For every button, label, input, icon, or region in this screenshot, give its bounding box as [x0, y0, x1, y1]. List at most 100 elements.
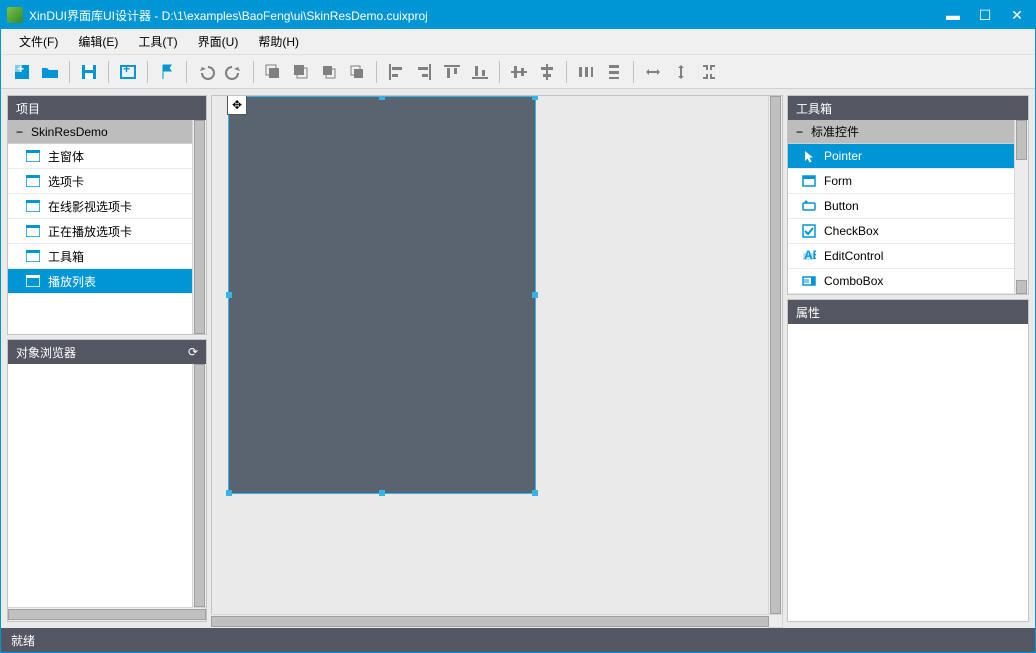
- menu-ui[interactable]: 界面(U): [188, 29, 249, 54]
- resize-handle-s[interactable]: [379, 490, 385, 496]
- pointer-icon: [802, 149, 816, 163]
- save-button[interactable]: [76, 59, 102, 85]
- project-item[interactable]: 播放列表: [8, 269, 192, 294]
- refresh-icon[interactable]: ⟳: [188, 345, 198, 359]
- toolbox-item[interactable]: Button: [788, 194, 1014, 219]
- bring-front-button[interactable]: [260, 59, 286, 85]
- resize-handle-sw[interactable]: [226, 490, 232, 496]
- align-left-button[interactable]: [383, 59, 409, 85]
- send-back-button[interactable]: [288, 59, 314, 85]
- menubar: 文件(F) 编辑(E) 工具(T) 界面(U) 帮助(H): [1, 29, 1035, 55]
- same-height-button[interactable]: [668, 59, 694, 85]
- window-icon: [26, 150, 40, 162]
- object-browser-header: 对象浏览器⟳: [8, 340, 206, 364]
- toolbox-item-label: Form: [824, 174, 852, 188]
- project-item[interactable]: 正在播放选项卡: [8, 219, 192, 244]
- browser-hscroll[interactable]: [8, 607, 206, 621]
- toolbox-item-label: CheckBox: [824, 224, 879, 238]
- menu-help[interactable]: 帮助(H): [248, 29, 309, 54]
- project-tree: −SkinResDemo 主窗体选项卡在线影视选项卡正在播放选项卡工具箱播放列表: [8, 120, 192, 334]
- project-vscroll[interactable]: [192, 120, 206, 334]
- toolbox-item-label: Button: [824, 199, 859, 213]
- toolbox-item-label: EditControl: [824, 249, 883, 263]
- window-icon: [26, 200, 40, 212]
- project-item[interactable]: 在线影视选项卡: [8, 194, 192, 219]
- move-handle-icon[interactable]: ✥: [227, 95, 247, 115]
- toolbar: + +: [1, 55, 1035, 89]
- collapse-icon[interactable]: −: [796, 125, 803, 139]
- send-backward-button[interactable]: [344, 59, 370, 85]
- browser-vscroll[interactable]: [192, 364, 206, 607]
- distribute-v-button[interactable]: [601, 59, 627, 85]
- maximize-button[interactable]: ☐: [973, 7, 997, 24]
- bring-forward-button[interactable]: [316, 59, 342, 85]
- canvas-hscroll[interactable]: [211, 614, 769, 628]
- project-root[interactable]: −SkinResDemo: [8, 120, 192, 144]
- collapse-icon[interactable]: −: [16, 125, 23, 139]
- svg-text:+: +: [123, 62, 130, 76]
- close-button[interactable]: ✕: [1005, 7, 1029, 24]
- resize-handle-w[interactable]: [226, 292, 232, 298]
- new-window-button[interactable]: +: [115, 59, 141, 85]
- project-item[interactable]: 工具箱: [8, 244, 192, 269]
- project-item-label: 工具箱: [48, 248, 84, 265]
- resize-handle-n[interactable]: [379, 95, 385, 100]
- canvas-vscroll[interactable]: [768, 96, 782, 614]
- toolbox-item[interactable]: Form: [788, 169, 1014, 194]
- open-button[interactable]: [37, 59, 63, 85]
- properties-panel: 属性: [787, 299, 1029, 622]
- button-icon: [802, 199, 816, 213]
- window-icon: [26, 175, 40, 187]
- align-top-button[interactable]: [439, 59, 465, 85]
- toolbox-vscroll[interactable]: [1014, 120, 1028, 294]
- statusbar: 就绪: [1, 628, 1035, 652]
- distribute-h-button[interactable]: [573, 59, 599, 85]
- toolbox-item[interactable]: AB| EditControl: [788, 244, 1014, 269]
- editcontrol-icon: AB|: [802, 249, 816, 263]
- resize-handle-ne[interactable]: [532, 95, 538, 100]
- object-browser-panel: 对象浏览器⟳: [7, 339, 207, 622]
- resize-handle-e[interactable]: [532, 292, 538, 298]
- align-center-h-button[interactable]: [506, 59, 532, 85]
- main-window: XinDUI界面库UI设计器 - D:\1\examples\BaoFeng\u…: [0, 0, 1036, 653]
- window-icon: [26, 225, 40, 237]
- project-item-label: 正在播放选项卡: [48, 223, 132, 240]
- resize-handle-se[interactable]: [532, 490, 538, 496]
- toolbox-item[interactable]: ComboBox: [788, 269, 1014, 294]
- app-icon: [7, 7, 23, 23]
- combobox-icon: [802, 274, 816, 288]
- form-icon: [802, 174, 816, 188]
- project-item[interactable]: 主窗体: [8, 144, 192, 169]
- project-panel: 项目 −SkinResDemo 主窗体选项卡在线影视选项卡正在播放选项卡工具箱播…: [7, 95, 207, 335]
- svg-text:AB|: AB|: [804, 249, 816, 262]
- menu-edit[interactable]: 编辑(E): [68, 29, 128, 54]
- properties-header: 属性: [788, 300, 1028, 324]
- same-width-button[interactable]: [640, 59, 666, 85]
- toolbox-category[interactable]: −标准控件: [788, 120, 1014, 144]
- svg-text:+: +: [17, 62, 24, 76]
- flag-button[interactable]: [154, 59, 180, 85]
- window-icon: [26, 250, 40, 262]
- toolbox-list: −标准控件 Pointer Form Button CheckBox AB| EditCo…: [788, 120, 1014, 294]
- toolbox-item[interactable]: CheckBox: [788, 219, 1014, 244]
- align-right-button[interactable]: [411, 59, 437, 85]
- align-center-v-button[interactable]: [534, 59, 560, 85]
- titlebar[interactable]: XinDUI界面库UI设计器 - D:\1\examples\BaoFeng\u…: [1, 1, 1035, 29]
- toolbox-item-label: ComboBox: [824, 274, 883, 288]
- undo-button[interactable]: [193, 59, 219, 85]
- align-bottom-button[interactable]: [467, 59, 493, 85]
- new-button[interactable]: +: [9, 59, 35, 85]
- project-item-label: 在线影视选项卡: [48, 198, 132, 215]
- design-canvas[interactable]: ✥: [212, 96, 768, 614]
- minimize-button[interactable]: ▬: [941, 7, 965, 24]
- redo-button[interactable]: [221, 59, 247, 85]
- toolbox-item-label: Pointer: [824, 149, 862, 163]
- project-item[interactable]: 选项卡: [8, 169, 192, 194]
- same-size-button[interactable]: [696, 59, 722, 85]
- object-browser-body: [8, 364, 192, 607]
- menu-file[interactable]: 文件(F): [9, 29, 68, 54]
- selected-design-object[interactable]: ✥: [228, 96, 536, 494]
- design-canvas-wrap: ✥: [211, 95, 783, 614]
- toolbox-item[interactable]: Pointer: [788, 144, 1014, 169]
- menu-tools[interactable]: 工具(T): [128, 29, 187, 54]
